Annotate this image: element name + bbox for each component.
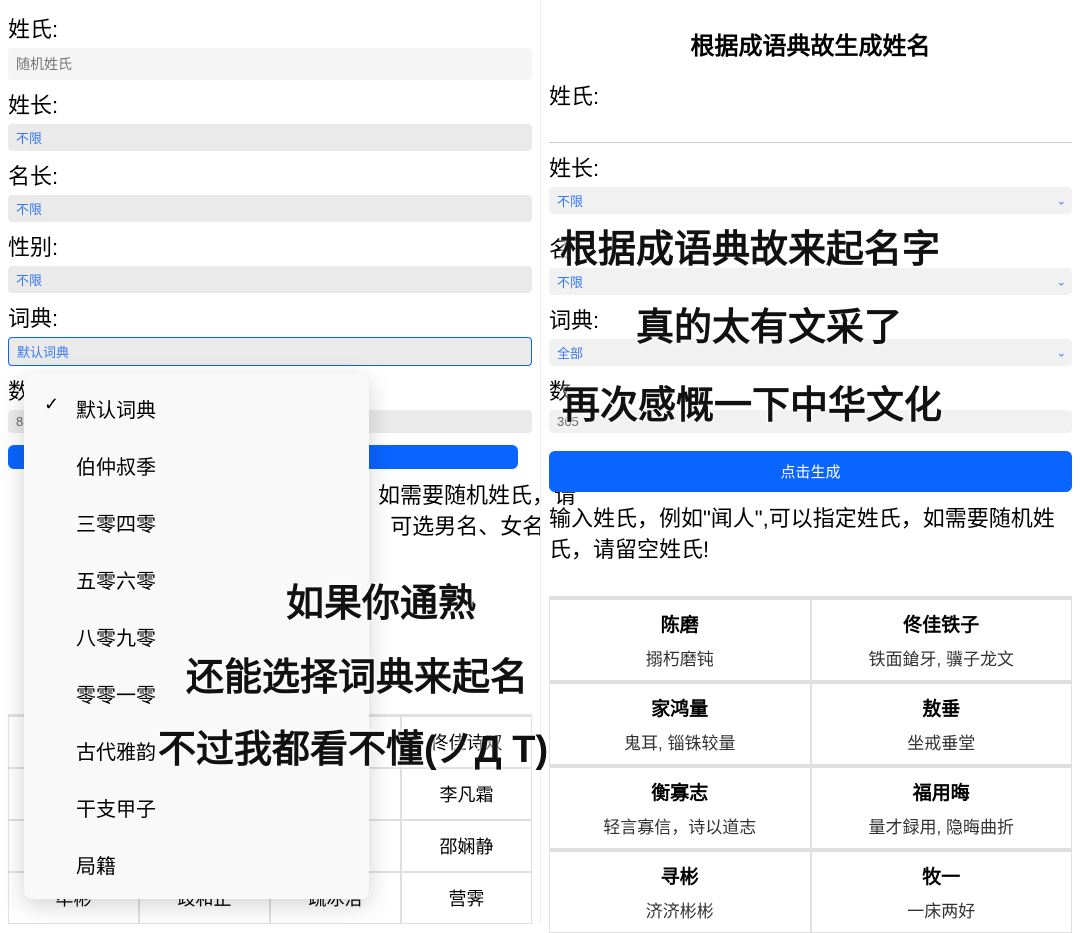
label-surname-len: 姓长:: [8, 88, 532, 120]
label-surname-r: 姓氏:: [549, 79, 1072, 111]
dropdown-item-7[interactable]: 干支甲子: [24, 779, 369, 836]
overlay-text: 根据成语典故来起名字: [560, 218, 940, 273]
dropdown-item-0[interactable]: ✓默认词典: [24, 380, 369, 437]
result-grid: 陈磨搦朽磨钝 佟佳铁子铁面鎗牙, 骥子龙文 家鸿量鬼耳, 锱铢较量 敖垂坐戒垂堂…: [549, 596, 1072, 933]
dropdown-item-8[interactable]: 局籍: [24, 836, 369, 893]
list-item[interactable]: 邵娴静: [401, 820, 532, 872]
label-surname: 姓氏:: [8, 12, 532, 44]
surname-input-r[interactable]: [549, 115, 1072, 143]
name-len-select[interactable]: 不限: [8, 195, 532, 222]
surname-len-select-r[interactable]: 不限⌄: [549, 187, 1072, 214]
label-name-len: 名长:: [8, 159, 532, 191]
dropdown-item-2[interactable]: 三零四零: [24, 494, 369, 551]
check-icon: ✓: [44, 394, 59, 415]
label-gender: 性别:: [8, 230, 532, 262]
overlay-text: 如果你通熟: [286, 572, 476, 627]
label-surname-len-r: 姓长:: [549, 151, 1072, 183]
chevron-icon: ⌄: [1057, 194, 1066, 207]
gender-select[interactable]: 不限: [8, 266, 532, 293]
dropdown-item-1[interactable]: 伯仲叔季: [24, 437, 369, 494]
dict-dropdown: ✓默认词典 伯仲叔季 三零四零 五零六零 八零九零 零零一零 古代雅韵 干支甲子…: [24, 374, 369, 899]
list-item[interactable]: 营霁: [401, 872, 532, 924]
result-item[interactable]: 佟佳铁子铁面鎗牙, 骥子龙文: [811, 599, 1073, 681]
overlay-text: 真的太有文采了: [636, 296, 902, 351]
result-item[interactable]: 福用晦量才録用, 隐晦曲折: [811, 767, 1073, 849]
result-item[interactable]: 陈磨搦朽磨钝: [549, 599, 811, 681]
hint-left: 如需要随机姓氏，请 可选男名、女名: [378, 481, 532, 543]
result-item[interactable]: 寻彬济济彬彬: [549, 851, 811, 933]
result-item[interactable]: 衡寡志轻言寡信，诗以道志: [549, 767, 811, 849]
right-panel: 根据成语典故生成姓名 姓氏: 姓长: 不限⌄ 名 不限⌄ 词典: 全部⌄ 数 点…: [540, 0, 1080, 924]
result-item[interactable]: 敖垂坐戒垂堂: [811, 683, 1073, 765]
chevron-icon: ⌄: [1057, 275, 1066, 288]
hint-right: 输入姓氏，例如"闻人",可以指定姓氏，如需要随机姓氏，请留空姓氏!: [549, 504, 1072, 566]
surname-len-select[interactable]: 不限: [8, 124, 532, 151]
chevron-icon: ⌄: [1057, 346, 1066, 359]
generate-button[interactable]: 点击生成: [549, 451, 1072, 492]
overlay-text: 还能选择词典来起名: [186, 646, 528, 701]
overlay-text: 不过我都看不懂(ノД T): [158, 718, 548, 773]
dict-select[interactable]: 默认词典: [8, 337, 532, 366]
result-item[interactable]: 家鸿量鬼耳, 锱铢较量: [549, 683, 811, 765]
page-title: 根据成语典故生成姓名: [549, 26, 1072, 61]
label-dict: 词典:: [8, 301, 532, 333]
surname-input[interactable]: [8, 48, 532, 80]
left-panel: 姓氏: 姓长: 不限 名长: 不限 性别: 不限 词典: 默认词典 数 如需要随…: [0, 0, 540, 924]
overlay-text: 再次感慨一下中华文化: [562, 374, 942, 429]
result-item[interactable]: 牧一一床两好: [811, 851, 1073, 933]
list-item[interactable]: 李凡霜: [401, 768, 532, 820]
